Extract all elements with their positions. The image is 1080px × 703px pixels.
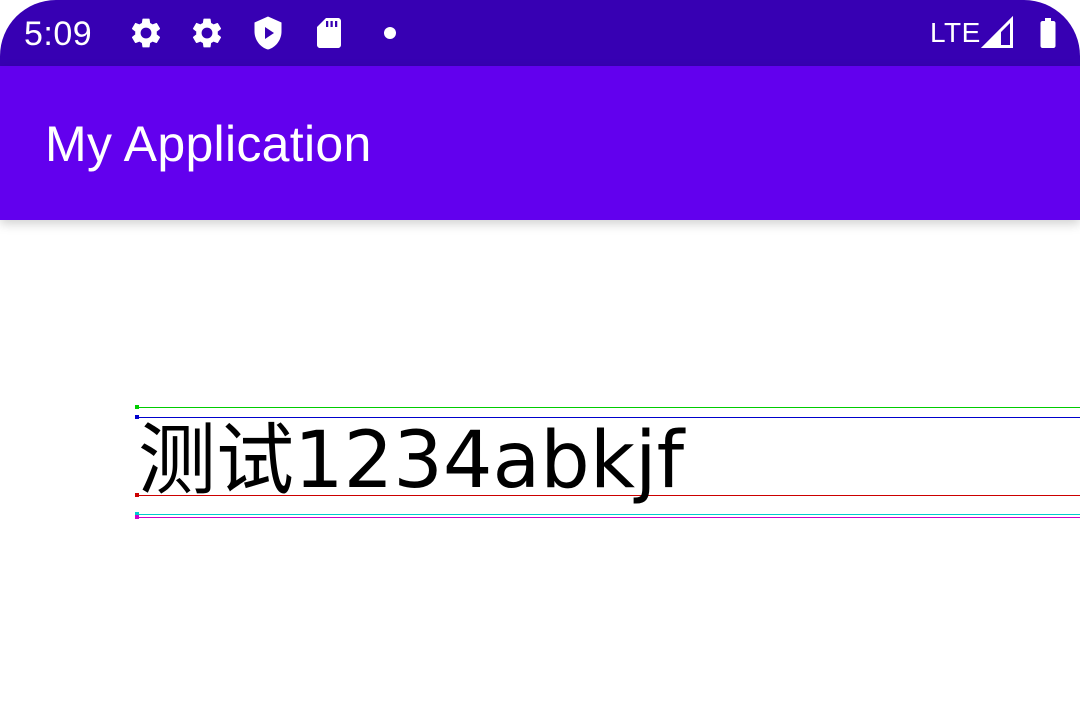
signal-icon <box>980 15 1016 51</box>
metric-bottom-line <box>136 517 1080 518</box>
device-screen: 5:09 LTE My Application 测试1234abkjf <box>0 0 1080 703</box>
metric-bottom-marker <box>135 515 139 519</box>
metric-top-marker <box>135 405 139 409</box>
app-bar: My Application <box>0 66 1080 220</box>
sd-card-icon <box>311 15 347 51</box>
shield-play-icon <box>250 15 286 51</box>
metric-descent-line <box>136 514 1080 515</box>
battery-icon <box>1030 15 1066 51</box>
sample-text: 测试1234abkjf <box>138 416 685 506</box>
network-type: LTE <box>930 17 981 48</box>
notification-dot-icon <box>372 15 408 51</box>
status-time: 5:09 <box>24 15 93 53</box>
status-bar: 5:09 LTE <box>0 0 1080 66</box>
font-metrics-view: 测试1234abkjf <box>0 220 1080 703</box>
app-title: My Application <box>45 116 372 172</box>
settings-icon <box>189 15 225 51</box>
metric-top-line <box>136 407 1080 408</box>
settings-icon <box>128 15 164 51</box>
